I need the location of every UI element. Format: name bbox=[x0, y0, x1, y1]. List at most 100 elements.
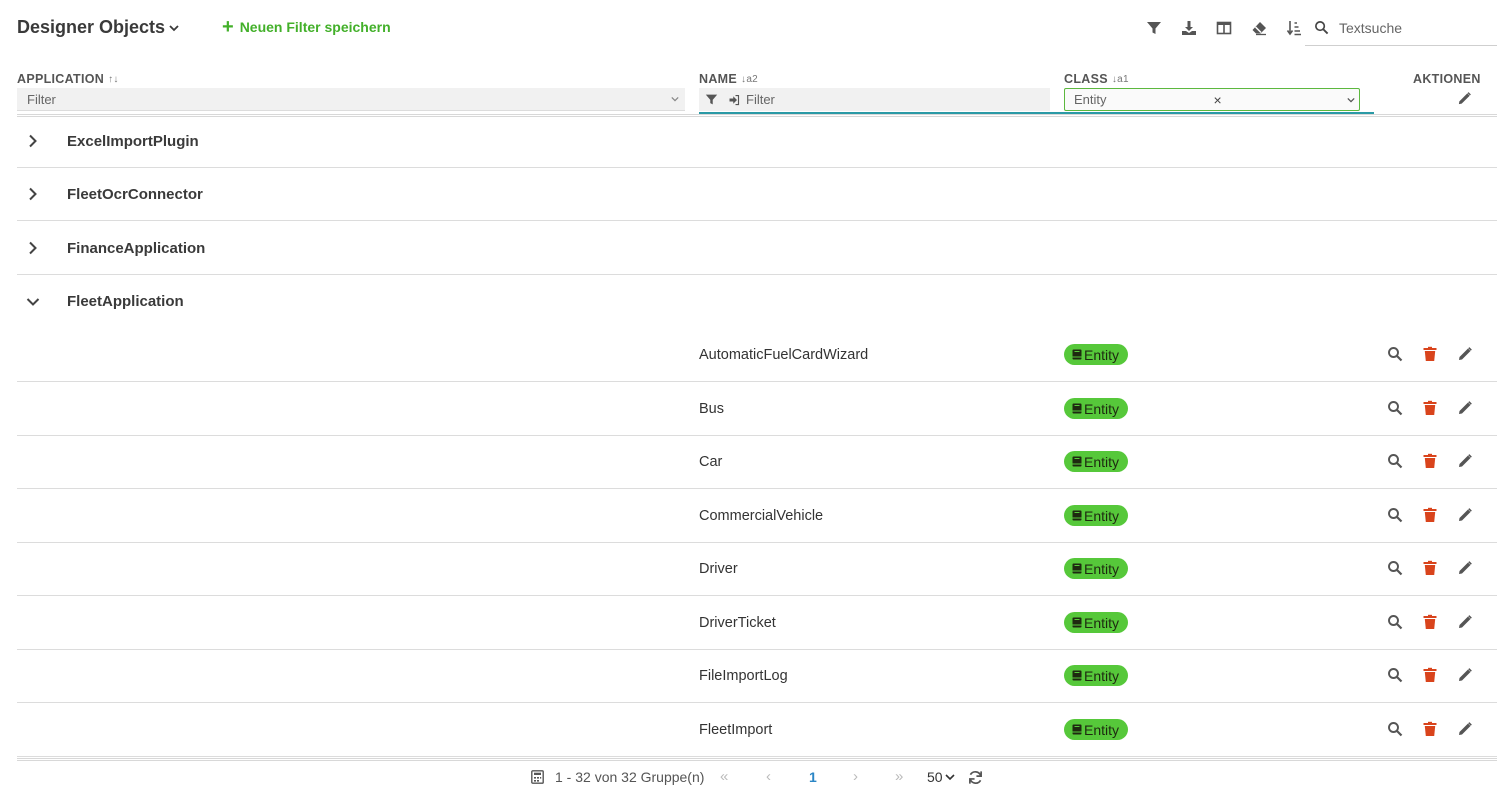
application-filter-select[interactable]: Filter bbox=[17, 88, 685, 111]
page-title: Designer Objects bbox=[17, 17, 166, 37]
row-name: FileImportLog bbox=[699, 668, 788, 684]
application-filter-placeholder: Filter bbox=[27, 91, 56, 107]
group-row-financeapplication[interactable]: FinanceApplication bbox=[17, 222, 1497, 275]
search-icon[interactable] bbox=[1387, 560, 1403, 576]
clear-icon[interactable]: × bbox=[1214, 92, 1345, 108]
column-header-application[interactable]: APPLICATION ↑↓ bbox=[17, 72, 119, 86]
refresh-icon[interactable] bbox=[968, 770, 983, 785]
prev-page-button[interactable]: ‹ bbox=[766, 768, 771, 785]
trash-icon[interactable] bbox=[1422, 400, 1438, 416]
calculator-icon bbox=[531, 770, 544, 784]
pencil-icon[interactable] bbox=[1457, 560, 1473, 576]
group-name: FleetApplication bbox=[67, 293, 184, 310]
page-number-current[interactable]: 1 bbox=[809, 769, 817, 785]
page-size-select[interactable]: 50 bbox=[927, 769, 955, 785]
class-badge-label: Entity bbox=[1084, 614, 1120, 631]
search-icon[interactable] bbox=[1387, 507, 1403, 523]
pagination-bar: 1 - 32 von 32 Gruppe(n) « ‹ 1 › » 50 bbox=[0, 768, 1509, 788]
view-selector[interactable]: Designer Objects bbox=[17, 17, 179, 38]
pencil-icon[interactable] bbox=[1457, 400, 1473, 416]
pencil-icon[interactable] bbox=[1457, 346, 1473, 362]
search-icon[interactable] bbox=[1387, 453, 1403, 469]
trash-icon[interactable] bbox=[1422, 721, 1438, 737]
name-filter-input[interactable]: Filter bbox=[699, 88, 1050, 111]
book-icon bbox=[1072, 403, 1082, 414]
class-badge-label: Entity bbox=[1084, 346, 1120, 363]
download-icon bbox=[1181, 21, 1196, 35]
table-row[interactable]: Driver Entity bbox=[17, 542, 1497, 596]
columns-icon bbox=[1216, 21, 1231, 35]
eraser-icon bbox=[1252, 22, 1266, 36]
sort-icon bbox=[1286, 21, 1301, 36]
filter-button[interactable] bbox=[1136, 17, 1171, 39]
trash-icon[interactable] bbox=[1422, 560, 1438, 576]
group-row-excelimportplugin[interactable]: ExcelImportPlugin bbox=[17, 115, 1497, 168]
chevron-right-icon[interactable] bbox=[26, 187, 40, 201]
group-row-fleetocrconnector[interactable]: FleetOcrConnector bbox=[17, 168, 1497, 221]
pencil-icon[interactable] bbox=[1457, 667, 1473, 683]
book-icon bbox=[1072, 456, 1082, 467]
clear-filters-button[interactable] bbox=[1241, 17, 1276, 39]
class-badge-label: Entity bbox=[1084, 560, 1120, 577]
last-page-button[interactable]: » bbox=[895, 768, 903, 785]
page-size-value: 50 bbox=[927, 769, 943, 785]
table-row[interactable]: Bus Entity bbox=[17, 382, 1497, 436]
table-row[interactable]: FleetImport Entity bbox=[17, 703, 1497, 757]
row-name: FleetImport bbox=[699, 722, 773, 738]
group-row-fleetapplication[interactable]: FleetApplication bbox=[17, 275, 1497, 328]
pencil-icon[interactable] bbox=[1457, 614, 1473, 630]
search-icon[interactable] bbox=[1387, 346, 1403, 362]
search-icon[interactable] bbox=[1387, 614, 1403, 630]
class-badge-label: Entity bbox=[1084, 507, 1120, 524]
filter-icon bbox=[1146, 22, 1161, 34]
chevron-right-icon[interactable] bbox=[26, 134, 40, 148]
search-input[interactable] bbox=[1339, 19, 1489, 36]
table-row[interactable]: AutomaticFuelCardWizard Entity bbox=[17, 328, 1497, 382]
column-header-actions: AKTIONEN bbox=[1413, 72, 1481, 86]
chevron-down-icon bbox=[1347, 97, 1355, 102]
trash-icon[interactable] bbox=[1422, 507, 1438, 523]
pencil-icon[interactable] bbox=[1457, 91, 1472, 106]
table-row[interactable]: CommercialVehicle Entity bbox=[17, 489, 1497, 543]
first-page-button[interactable]: « bbox=[720, 768, 728, 785]
filter-icon[interactable] bbox=[705, 93, 718, 106]
column-header-class[interactable]: CLASS ↓a1 bbox=[1064, 72, 1129, 86]
sort-indicator-application: ↑↓ bbox=[108, 73, 119, 85]
class-badge-label: Entity bbox=[1084, 667, 1120, 684]
search-icon[interactable] bbox=[1387, 400, 1403, 416]
toolbar bbox=[1136, 17, 1311, 39]
search-icon[interactable] bbox=[1387, 667, 1403, 683]
trash-icon[interactable] bbox=[1422, 346, 1438, 362]
pencil-icon[interactable] bbox=[1457, 453, 1473, 469]
columns-button[interactable] bbox=[1206, 17, 1241, 39]
table-row[interactable]: DriverTicket Entity bbox=[17, 596, 1497, 650]
column-label-actions: AKTIONEN bbox=[1413, 72, 1481, 86]
chevron-right-icon[interactable] bbox=[26, 241, 40, 255]
table-row[interactable]: Car Entity bbox=[17, 435, 1497, 489]
save-filter-label: Neuen Filter speichern bbox=[239, 19, 391, 35]
column-label-class: CLASS bbox=[1064, 72, 1108, 86]
next-page-button[interactable]: › bbox=[853, 768, 858, 785]
class-badge-label: Entity bbox=[1084, 721, 1120, 738]
class-badge-label: Entity bbox=[1084, 400, 1120, 417]
trash-icon[interactable] bbox=[1422, 614, 1438, 630]
pencil-icon[interactable] bbox=[1457, 721, 1473, 737]
trash-icon[interactable] bbox=[1422, 667, 1438, 683]
export-button[interactable] bbox=[1171, 17, 1206, 39]
chevron-down-icon bbox=[671, 96, 679, 102]
chevron-down-icon[interactable] bbox=[26, 295, 40, 309]
save-filter-button[interactable]: + Neuen Filter speichern bbox=[222, 17, 391, 37]
row-name: Driver bbox=[699, 561, 738, 577]
trash-icon[interactable] bbox=[1422, 453, 1438, 469]
table-row[interactable]: FileImportLog Entity bbox=[17, 649, 1497, 703]
name-filter-placeholder: Filter bbox=[746, 92, 775, 107]
class-filter-select[interactable]: Entity × bbox=[1064, 88, 1360, 111]
class-badge: Entity bbox=[1064, 612, 1129, 633]
column-header-name[interactable]: NAME ↓a2 bbox=[699, 72, 758, 86]
chevron-down-icon bbox=[169, 24, 179, 31]
pencil-icon[interactable] bbox=[1457, 507, 1473, 523]
book-icon bbox=[1072, 617, 1082, 628]
book-icon bbox=[1072, 349, 1082, 360]
search-icon[interactable] bbox=[1387, 721, 1403, 737]
book-icon bbox=[1072, 563, 1082, 574]
